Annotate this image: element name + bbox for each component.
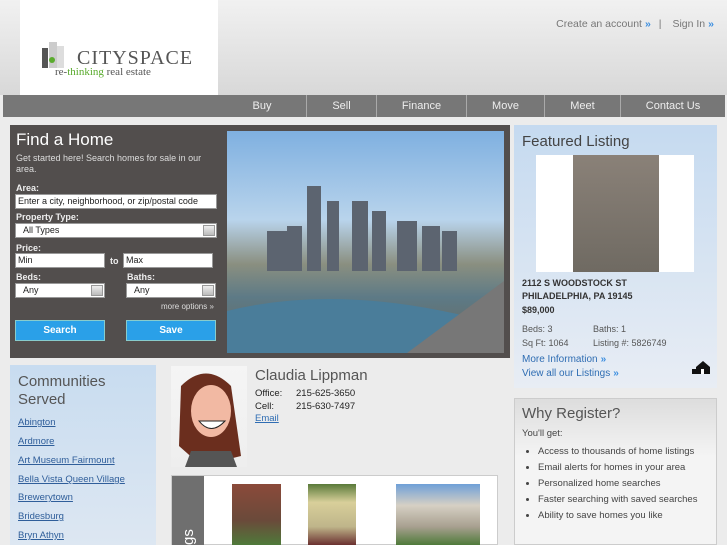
find-title: Find a Home	[16, 130, 114, 149]
area-label: Area:	[16, 183, 40, 193]
community-link[interactable]: Art Museum Fairmount	[18, 455, 115, 466]
benefit-item: Email alerts for homes in your area	[538, 461, 708, 474]
view-all-listings-link[interactable]: View all our Listings»	[522, 368, 619, 379]
featured-title: Featured Listing	[522, 133, 630, 150]
nav-meet[interactable]: Meet	[544, 95, 620, 117]
search-button[interactable]: Search	[15, 320, 105, 341]
benefit-item: Faster searching with saved searches	[538, 493, 708, 506]
baths-select[interactable]: Any	[126, 283, 216, 298]
community-link[interactable]: Bella Vista Queen Village	[18, 474, 125, 485]
featured-sqft: Sq Ft: 1064	[522, 338, 569, 348]
price-max-input[interactable]: Max	[123, 253, 213, 268]
save-button[interactable]: Save	[126, 320, 216, 341]
beds-select[interactable]: Any	[15, 283, 105, 298]
community-link[interactable]: Bryn Athyn	[18, 530, 64, 541]
area-input[interactable]: Enter a city, neighborhood, or zip/posta…	[15, 194, 217, 209]
beds-label: Beds:	[16, 272, 42, 282]
nav-move[interactable]: Move	[466, 95, 544, 117]
city-skyline-image	[227, 131, 504, 353]
featured-listing-number: Listing #: 5826749	[593, 338, 667, 348]
nav-finance[interactable]: Finance	[376, 95, 466, 117]
communities-title: Communities Served	[18, 373, 106, 408]
featured-house-image[interactable]	[573, 155, 659, 272]
community-link[interactable]: Abington	[18, 417, 56, 428]
price-to-label: to	[110, 256, 119, 266]
property-type-label: Property Type:	[16, 212, 79, 222]
skyline-illustration	[227, 186, 504, 353]
account-links: Create an account» | Sign In»	[556, 18, 714, 30]
listing-thumbnail[interactable]	[232, 484, 281, 545]
benefit-item: Access to thousands of home listings	[538, 445, 708, 458]
cell-phone: 215-630-7497	[296, 401, 356, 412]
agent-caricature	[171, 366, 247, 467]
chevron-icon: »	[708, 18, 714, 30]
benefits-list: Access to thousands of home listings Ema…	[538, 445, 708, 525]
listings-strip-label: gs	[180, 529, 197, 545]
why-register-title: Why Register?	[522, 405, 621, 422]
cell-label: Cell:	[255, 401, 275, 412]
price-min-input[interactable]: Min	[15, 253, 105, 268]
baths-value: Any	[134, 285, 150, 295]
separator: |	[658, 18, 662, 30]
featured-address-line2: PHILADELPHIA, PA 19145	[522, 291, 633, 301]
office-phone: 215-625-3650	[296, 388, 356, 399]
benefit-item: Ability to save homes you like	[538, 509, 708, 522]
email-link[interactable]: Email	[255, 413, 279, 424]
featured-price: $89,000	[522, 305, 555, 315]
baths-label: Baths:	[127, 272, 156, 282]
more-information-link[interactable]: More Information»	[522, 354, 606, 365]
more-options-link[interactable]: more options »	[161, 302, 214, 311]
property-type-select[interactable]: All Types	[15, 223, 217, 238]
agent-illustration	[179, 373, 241, 467]
sign-in-link[interactable]: Sign In	[672, 18, 705, 30]
community-link[interactable]: Brewerytown	[18, 492, 73, 503]
logo-tagline: re-thinking real estate	[55, 66, 151, 78]
property-type-value: All Types	[23, 225, 60, 235]
dropdown-arrow-icon	[203, 225, 215, 236]
listing-thumbnail[interactable]	[396, 484, 480, 545]
chevron-icon: »	[644, 18, 651, 30]
building-logo-icon	[42, 42, 64, 68]
featured-beds: Beds: 3	[522, 324, 553, 334]
nav-sell[interactable]: Sell	[306, 95, 376, 117]
house-icon[interactable]	[692, 360, 710, 374]
community-link[interactable]: Bridesburg	[18, 511, 64, 522]
nav-buy[interactable]: Buy	[218, 95, 306, 117]
create-account-link[interactable]: Create an account	[556, 18, 642, 30]
why-register-subtitle: You'll get:	[522, 428, 563, 439]
nav-contact-us[interactable]: Contact Us	[620, 95, 725, 117]
agent-name: Claudia Lippman	[255, 367, 368, 384]
benefit-item: Personalized home searches	[538, 477, 708, 490]
dropdown-arrow-icon	[202, 285, 214, 296]
featured-baths: Baths: 1	[593, 324, 627, 334]
dropdown-arrow-icon	[91, 285, 103, 296]
featured-address-line1: 2112 S WOODSTOCK ST	[522, 278, 627, 288]
office-label: Office:	[255, 388, 283, 399]
listing-thumbnail[interactable]	[308, 484, 356, 545]
community-link[interactable]: Ardmore	[18, 436, 54, 447]
find-subtitle: Get started here! Search homes for sale …	[16, 153, 202, 174]
beds-value: Any	[23, 285, 39, 295]
price-label: Price:	[16, 243, 42, 253]
